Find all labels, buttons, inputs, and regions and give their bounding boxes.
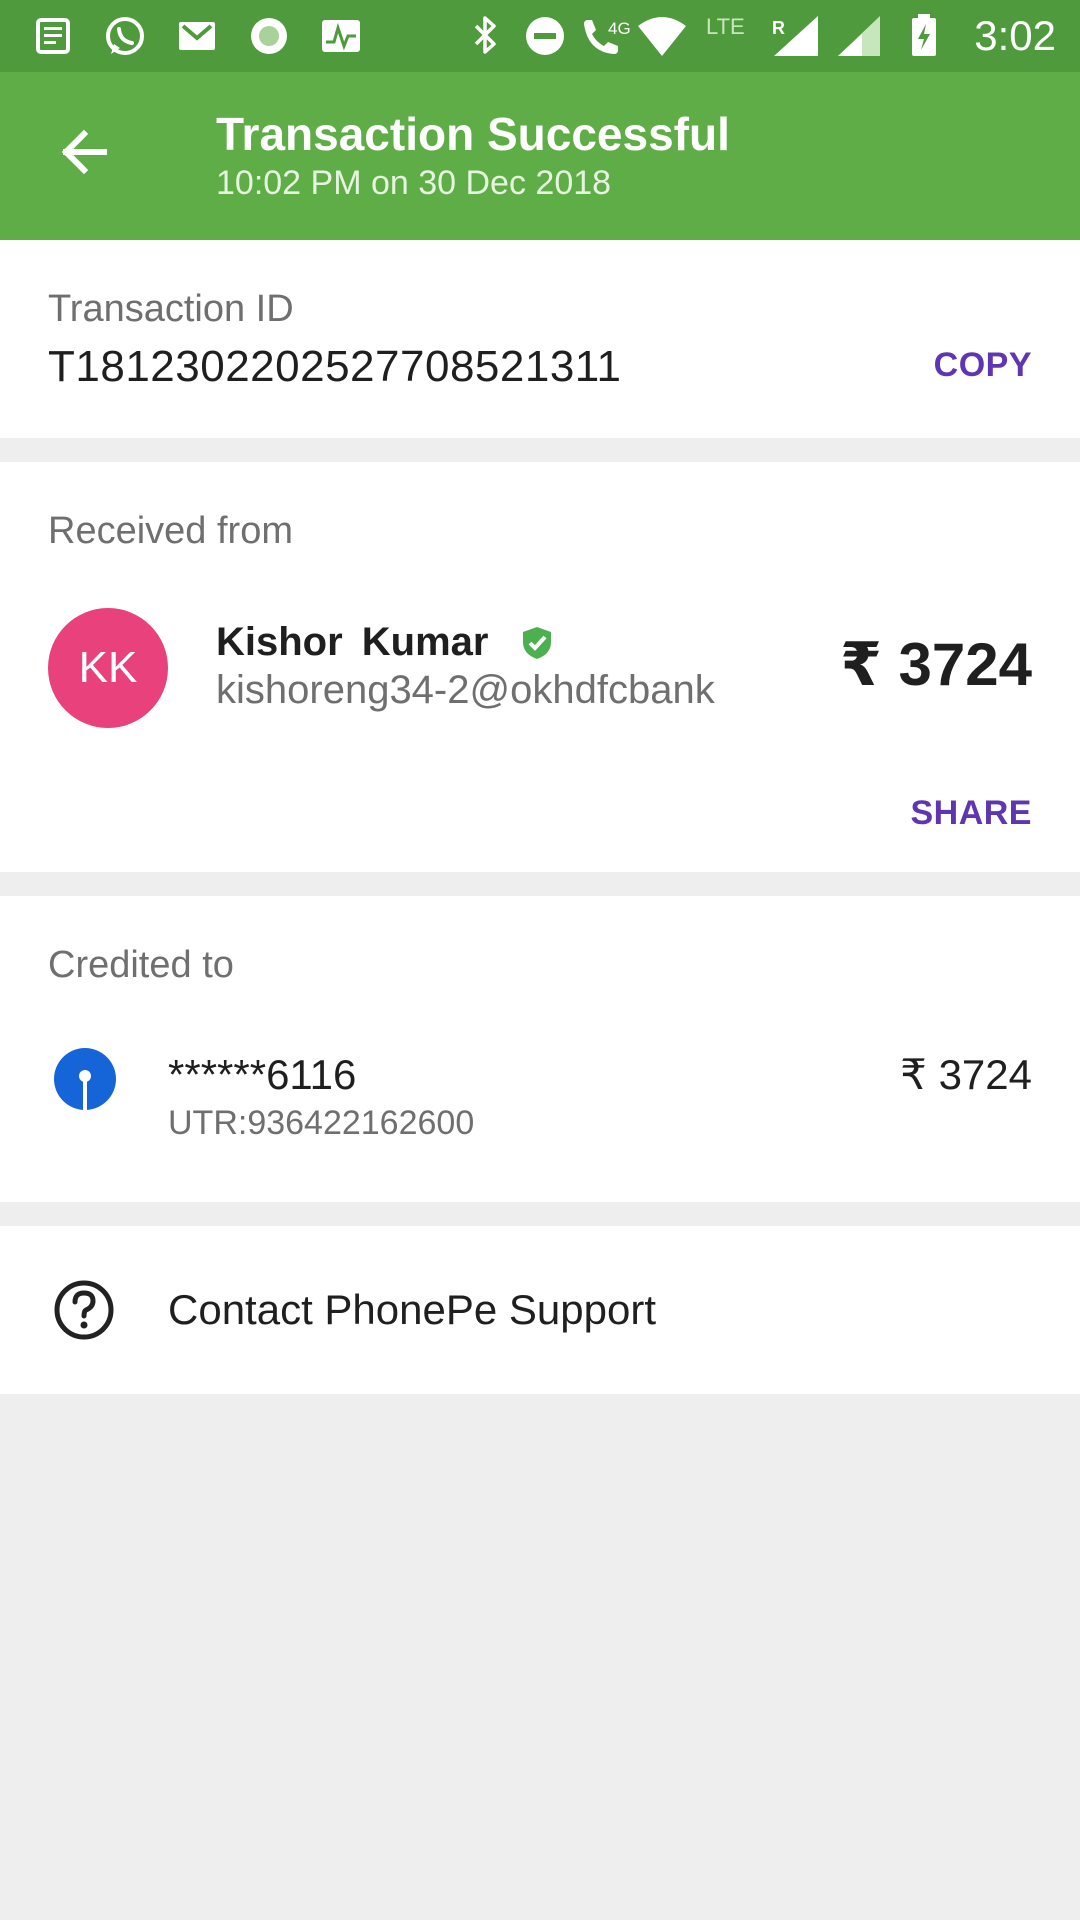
credited-amount: ₹ 3724 bbox=[900, 1051, 1032, 1098]
account-number: ******6116 bbox=[168, 1051, 357, 1098]
news-icon bbox=[36, 18, 70, 54]
share-button[interactable]: SHARE bbox=[910, 792, 1032, 834]
signal-icon: LTE R bbox=[706, 14, 818, 56]
received-from-card: Received from KK Kishor Kumar kishoreng3… bbox=[0, 462, 1080, 872]
contact-support-row[interactable]: Contact PhonePe Support bbox=[0, 1226, 1080, 1394]
help-circle-icon bbox=[54, 1280, 114, 1340]
battery-charging-icon bbox=[912, 14, 936, 56]
transaction-id-value: T1812302202527708521311 bbox=[48, 342, 622, 391]
signal-icon bbox=[838, 16, 880, 56]
status-time: 3:02 bbox=[974, 12, 1056, 59]
sender-name-text: Kishor Kumar bbox=[216, 620, 489, 664]
activity-icon bbox=[322, 20, 360, 52]
sender-vpa: kishoreng34-2@okhdfcbank bbox=[216, 668, 715, 712]
credited-to-card: Credited to ******6116 UTR:936422162600 … bbox=[0, 896, 1080, 1202]
gmail-icon bbox=[179, 22, 215, 50]
do-not-disturb-icon bbox=[526, 17, 564, 55]
verified-shield-icon bbox=[522, 627, 551, 659]
record-icon bbox=[251, 18, 287, 54]
arrow-back-icon bbox=[61, 129, 107, 175]
copy-button[interactable]: COPY bbox=[934, 344, 1032, 386]
page-title: Transaction Successful bbox=[216, 108, 730, 160]
app-bar: Transaction Successful 10:02 PM on 30 De… bbox=[0, 72, 1080, 240]
received-amount: ₹ 3724 bbox=[840, 631, 1032, 698]
credited-to-label: Credited to bbox=[48, 944, 234, 986]
bluetooth-icon bbox=[474, 16, 496, 54]
whatsapp-icon bbox=[106, 17, 144, 55]
utr-number: UTR:936422162600 bbox=[168, 1104, 475, 1142]
bank-logo-icon bbox=[54, 1048, 116, 1110]
svg-text:LTE: LTE bbox=[706, 14, 745, 39]
status-bar: 4G LTE R 3:02 bbox=[0, 0, 1080, 72]
transaction-id-label: Transaction ID bbox=[48, 288, 294, 330]
transaction-datetime: 10:02 PM on 30 Dec 2018 bbox=[216, 164, 612, 202]
svg-text:R: R bbox=[772, 18, 785, 38]
volte-call-icon: 4G bbox=[584, 19, 631, 54]
received-from-label: Received from bbox=[48, 510, 293, 552]
contact-support-label: Contact PhonePe Support bbox=[168, 1286, 657, 1333]
wifi-icon bbox=[638, 17, 686, 56]
transaction-id-card: Transaction ID T1812302202527708521311 C… bbox=[0, 240, 1080, 438]
sender-name: Kishor Kumar bbox=[216, 618, 554, 666]
avatar: KK bbox=[48, 608, 168, 728]
back-button[interactable] bbox=[44, 112, 124, 192]
svg-text:4G: 4G bbox=[608, 19, 631, 38]
